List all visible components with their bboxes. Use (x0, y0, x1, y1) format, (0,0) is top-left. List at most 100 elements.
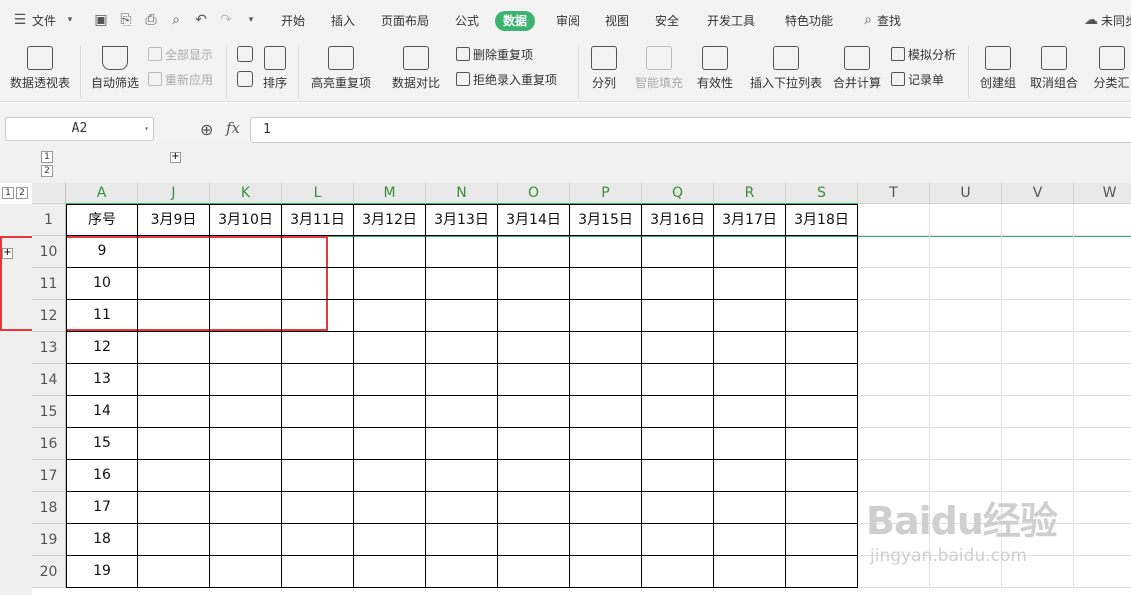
table-cell[interactable] (714, 300, 786, 332)
table-cell[interactable] (282, 428, 354, 460)
table-cell[interactable] (714, 236, 786, 268)
tab-data[interactable]: 数据 (495, 11, 536, 31)
table-cell[interactable] (498, 364, 570, 396)
table-cell[interactable] (138, 236, 210, 268)
table-cell[interactable] (642, 268, 714, 300)
table-cell[interactable] (930, 236, 1002, 268)
table-cell[interactable]: 9 (66, 236, 138, 268)
autofilter-button[interactable]: 自动筛选 (88, 46, 142, 91)
table-cell[interactable] (858, 428, 930, 460)
table-cell[interactable] (642, 460, 714, 492)
row-header[interactable]: 17 (32, 460, 66, 492)
record-form-button[interactable]: 记录单 (891, 71, 944, 89)
table-cell[interactable] (858, 300, 930, 332)
sort-desc-button[interactable] (234, 71, 256, 87)
table-cell[interactable]: 3月11日 (282, 204, 354, 236)
table-cell[interactable] (930, 268, 1002, 300)
column-header[interactable]: J (138, 183, 210, 204)
table-cell[interactable]: 15 (66, 428, 138, 460)
table-cell[interactable] (858, 460, 930, 492)
table-cell[interactable] (138, 396, 210, 428)
table-cell[interactable] (786, 556, 858, 588)
hamburger-icon[interactable]: ☰ (12, 12, 28, 28)
table-cell[interactable] (210, 268, 282, 300)
table-cell[interactable] (786, 332, 858, 364)
table-cell[interactable] (210, 492, 282, 524)
print-preview-icon[interactable]: ⌕ (168, 12, 184, 28)
tab-review[interactable]: 审阅 (556, 11, 580, 31)
table-cell[interactable] (1002, 364, 1074, 396)
table-cell[interactable] (354, 300, 426, 332)
tab-special[interactable]: 特色功能 (785, 11, 833, 31)
table-cell[interactable] (930, 364, 1002, 396)
show-all-button[interactable]: 全部显示 (148, 46, 213, 64)
table-cell[interactable] (282, 556, 354, 588)
table-cell[interactable] (786, 460, 858, 492)
row-outline-level-2[interactable]: 2 (16, 187, 28, 199)
table-cell[interactable] (1002, 332, 1074, 364)
table-cell[interactable] (1002, 428, 1074, 460)
table-cell[interactable] (858, 268, 930, 300)
table-cell[interactable] (354, 364, 426, 396)
name-box[interactable]: A2 ▾ (5, 117, 154, 141)
subtotal-button[interactable]: 分类汇 (1092, 46, 1131, 91)
sort-button[interactable]: 排序 (259, 46, 291, 91)
table-cell[interactable] (642, 300, 714, 332)
table-cell[interactable] (354, 492, 426, 524)
tab-developer[interactable]: 开发工具 (707, 11, 755, 31)
table-cell[interactable] (570, 460, 642, 492)
reject-duplicates-button[interactable]: 拒绝录入重复项 (456, 71, 557, 89)
table-cell[interactable] (570, 492, 642, 524)
validity-button[interactable]: 有效性 (691, 46, 739, 91)
split-column-button[interactable]: 分列 (584, 46, 624, 91)
table-cell[interactable] (570, 268, 642, 300)
table-cell[interactable] (282, 524, 354, 556)
table-cell[interactable] (138, 300, 210, 332)
table-cell[interactable] (1074, 268, 1131, 300)
table-cell[interactable] (930, 428, 1002, 460)
table-cell[interactable] (1074, 204, 1131, 236)
table-cell[interactable]: 3月13日 (426, 204, 498, 236)
table-cell[interactable] (426, 332, 498, 364)
table-cell[interactable] (138, 364, 210, 396)
remove-duplicates-button[interactable]: 删除重复项 (456, 46, 533, 64)
table-cell[interactable] (210, 460, 282, 492)
table-cell[interactable] (210, 524, 282, 556)
table-cell[interactable] (210, 364, 282, 396)
row-header[interactable]: 10 (32, 236, 66, 268)
table-cell[interactable] (858, 204, 930, 236)
table-cell[interactable] (642, 396, 714, 428)
table-cell[interactable] (714, 460, 786, 492)
table-cell[interactable]: 19 (66, 556, 138, 588)
table-cell[interactable] (1002, 396, 1074, 428)
tab-view[interactable]: 视图 (605, 11, 629, 31)
table-cell[interactable] (282, 492, 354, 524)
table-cell[interactable] (570, 396, 642, 428)
table-cell[interactable]: 13 (66, 364, 138, 396)
table-cell[interactable] (210, 236, 282, 268)
table-cell[interactable] (714, 396, 786, 428)
table-cell[interactable] (426, 460, 498, 492)
table-cell[interactable] (498, 524, 570, 556)
table-cell[interactable] (570, 524, 642, 556)
table-cell[interactable] (354, 556, 426, 588)
table-cell[interactable] (1002, 300, 1074, 332)
row-header[interactable]: 15 (32, 396, 66, 428)
column-header[interactable]: P (570, 183, 642, 204)
highlight-duplicates-button[interactable]: 高亮重复项 (304, 46, 378, 91)
table-cell[interactable] (1074, 300, 1131, 332)
tab-home[interactable]: 开始 (281, 11, 305, 31)
table-cell[interactable] (930, 332, 1002, 364)
table-cell[interactable] (1002, 460, 1074, 492)
row-header[interactable]: 14 (32, 364, 66, 396)
redo-icon[interactable]: ↷ (218, 12, 234, 28)
table-cell[interactable]: 3月12日 (354, 204, 426, 236)
table-cell[interactable]: 16 (66, 460, 138, 492)
column-outline-level-1[interactable]: 1 (41, 151, 53, 163)
row-header[interactable]: 1 (32, 204, 66, 236)
table-cell[interactable] (714, 332, 786, 364)
table-cell[interactable] (930, 396, 1002, 428)
table-cell[interactable] (498, 396, 570, 428)
table-cell[interactable] (1074, 236, 1131, 268)
row-header[interactable]: 12 (32, 300, 66, 332)
